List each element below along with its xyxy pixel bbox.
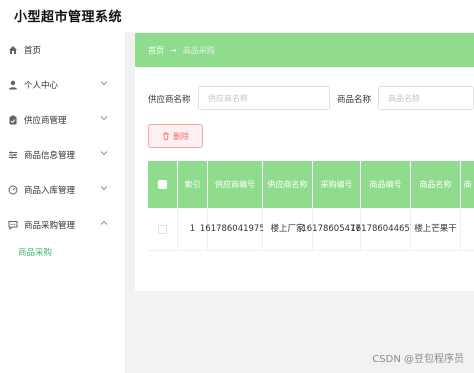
chevron-down-icon bbox=[100, 149, 108, 157]
gauge-icon bbox=[8, 185, 18, 195]
sidebar-item-label: 个人中心 bbox=[24, 80, 59, 91]
sidebar: 首页 个人中心 供应商管理 商品信息管理 商品入库管理 商品采购管理 商品采购 bbox=[0, 32, 126, 373]
sidebar-item-label: 供应商管理 bbox=[24, 115, 67, 126]
sidebar-item-supplier[interactable]: 供应商管理 bbox=[0, 102, 125, 137]
breadcrumb-current: 商品采购 bbox=[182, 45, 215, 55]
sidebar-item-stock-in[interactable]: 商品入库管理 bbox=[0, 172, 125, 207]
table-header-supplier-id: 供应商编号 bbox=[208, 161, 263, 208]
table-header-index: 索引 bbox=[178, 161, 208, 208]
chevron-down-icon bbox=[100, 184, 108, 192]
chevron-up-icon bbox=[100, 219, 108, 227]
sidebar-item-profile[interactable]: 个人中心 bbox=[0, 67, 125, 102]
select-all-cell[interactable] bbox=[148, 161, 178, 208]
table-header-purchase-id: 采购编号 bbox=[313, 161, 361, 208]
product-name-label: 商品名称 bbox=[337, 95, 372, 105]
table-cell-supplier-id: 1617860419751 bbox=[200, 208, 270, 251]
sidebar-item-label: 首页 bbox=[24, 45, 42, 56]
sidebar-item-label: 商品入库管理 bbox=[24, 185, 76, 196]
select-all-checkbox[interactable] bbox=[158, 180, 167, 189]
breadcrumb-separator: → bbox=[170, 45, 177, 55]
app-title: 小型超市管理系统 bbox=[14, 10, 123, 25]
clipboard-icon bbox=[8, 115, 18, 125]
sidebar-item-purchase[interactable]: 商品采购管理 bbox=[0, 207, 125, 242]
breadcrumb-home[interactable]: 首页 bbox=[148, 45, 164, 56]
sidebar-subitem-purchase[interactable]: 商品采购 bbox=[18, 246, 52, 258]
delete-button[interactable]: 删除 bbox=[148, 124, 203, 148]
top-bar: 小型超市管理系统 bbox=[0, 0, 474, 32]
table-cell-product-id: 1617860446573 bbox=[350, 208, 421, 251]
sidebar-item-label: 商品采购管理 bbox=[24, 220, 76, 231]
table-cell-product-name: 楼上芒果干 bbox=[411, 208, 461, 251]
delete-button-label: 删除 bbox=[173, 131, 189, 141]
chevron-down-icon bbox=[100, 79, 108, 87]
trash-icon bbox=[163, 132, 169, 140]
sidebar-item-home[interactable]: 首页 bbox=[0, 32, 125, 67]
chevron-down-icon bbox=[100, 114, 108, 122]
chat-icon bbox=[8, 220, 18, 230]
product-name-input[interactable]: 商品名称 bbox=[378, 86, 474, 110]
row-select-cell[interactable] bbox=[148, 208, 178, 251]
user-icon bbox=[8, 80, 18, 90]
table-cell-product-more bbox=[461, 208, 474, 251]
table-header-product-id: 商品编号 bbox=[361, 161, 411, 208]
supplier-name-label: 供应商名称 bbox=[148, 95, 191, 105]
sidebar-item-product-info[interactable]: 商品信息管理 bbox=[0, 137, 125, 172]
purchase-table: 索引 供应商编号 供应商名称 采购编号 商品编号 商品名称 商 1 161786… bbox=[148, 161, 474, 253]
table-header-supplier-name: 供应商名称 bbox=[263, 161, 313, 208]
table-header-product-name: 商品名称 bbox=[411, 161, 461, 208]
home-icon bbox=[8, 45, 18, 55]
table-header-product-more: 商 bbox=[461, 161, 474, 208]
watermark: CSDN @豆包程序员 bbox=[372, 354, 464, 365]
row-checkbox[interactable] bbox=[158, 224, 167, 234]
breadcrumb: 首页 → 商品采购 bbox=[135, 33, 474, 67]
sidebar-item-label: 商品信息管理 bbox=[24, 150, 76, 161]
supplier-name-input[interactable]: 供应商名称 bbox=[198, 86, 330, 110]
sliders-icon bbox=[8, 150, 18, 160]
